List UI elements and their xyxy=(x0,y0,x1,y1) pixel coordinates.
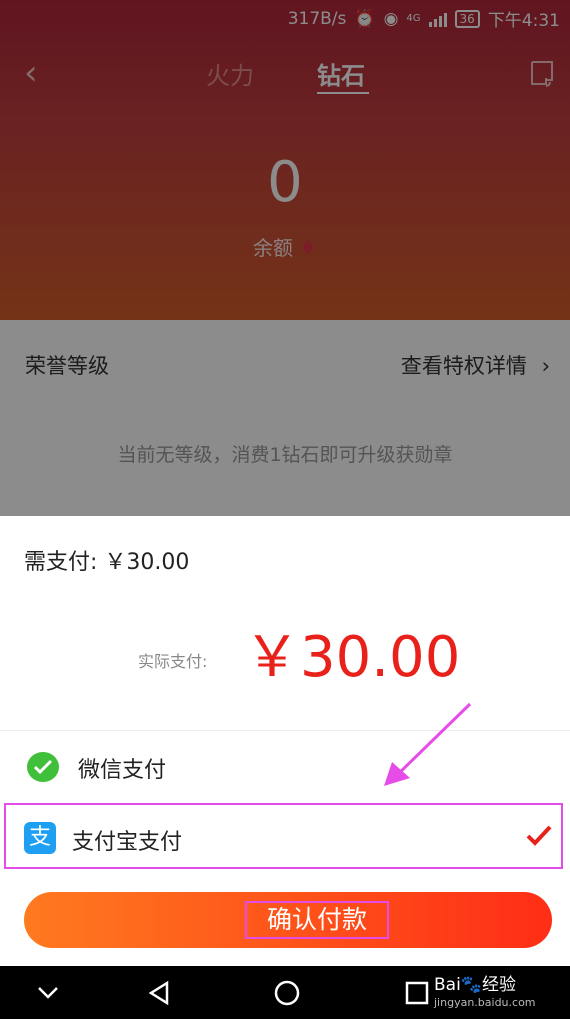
modal-overlay[interactable] xyxy=(0,0,570,516)
nav-back-icon[interactable] xyxy=(145,978,175,1008)
alipay-icon: 支 xyxy=(24,822,56,854)
need-pay-text: 需支付: ￥30.00 xyxy=(24,550,190,575)
watermark-brand: Bai🐾经验 xyxy=(434,975,516,995)
chevron-down-icon[interactable] xyxy=(33,978,63,1008)
confirm-payment-label: 确认付款 xyxy=(245,901,389,939)
confirm-payment-button[interactable]: 确认付款 xyxy=(24,892,552,948)
payment-option-alipay[interactable]: 支 支付宝支付 xyxy=(0,803,570,870)
watermark-url: jingyan.baidu.com xyxy=(434,996,536,1009)
wechat-icon xyxy=(27,752,59,782)
nav-home-icon[interactable] xyxy=(272,978,302,1008)
alipay-label: 支付宝支付 xyxy=(72,830,183,855)
annotation-arrow-icon xyxy=(384,702,472,786)
payment-option-wechat[interactable]: 微信支付 xyxy=(0,734,570,800)
divider xyxy=(0,730,570,731)
actual-pay-amount: ￥30.00 xyxy=(244,625,461,690)
actual-pay-label: 实际支付: xyxy=(138,652,208,671)
wechat-label: 微信支付 xyxy=(78,758,167,783)
payment-sheet: 需支付: ￥30.00 实际支付: ￥30.00 微信支付 支 支付宝支付 确认… xyxy=(0,516,570,966)
check-icon xyxy=(526,825,552,846)
nav-recent-icon[interactable] xyxy=(402,978,432,1008)
system-nav-bar: Bai🐾经验 jingyan.baidu.com xyxy=(0,966,570,1019)
